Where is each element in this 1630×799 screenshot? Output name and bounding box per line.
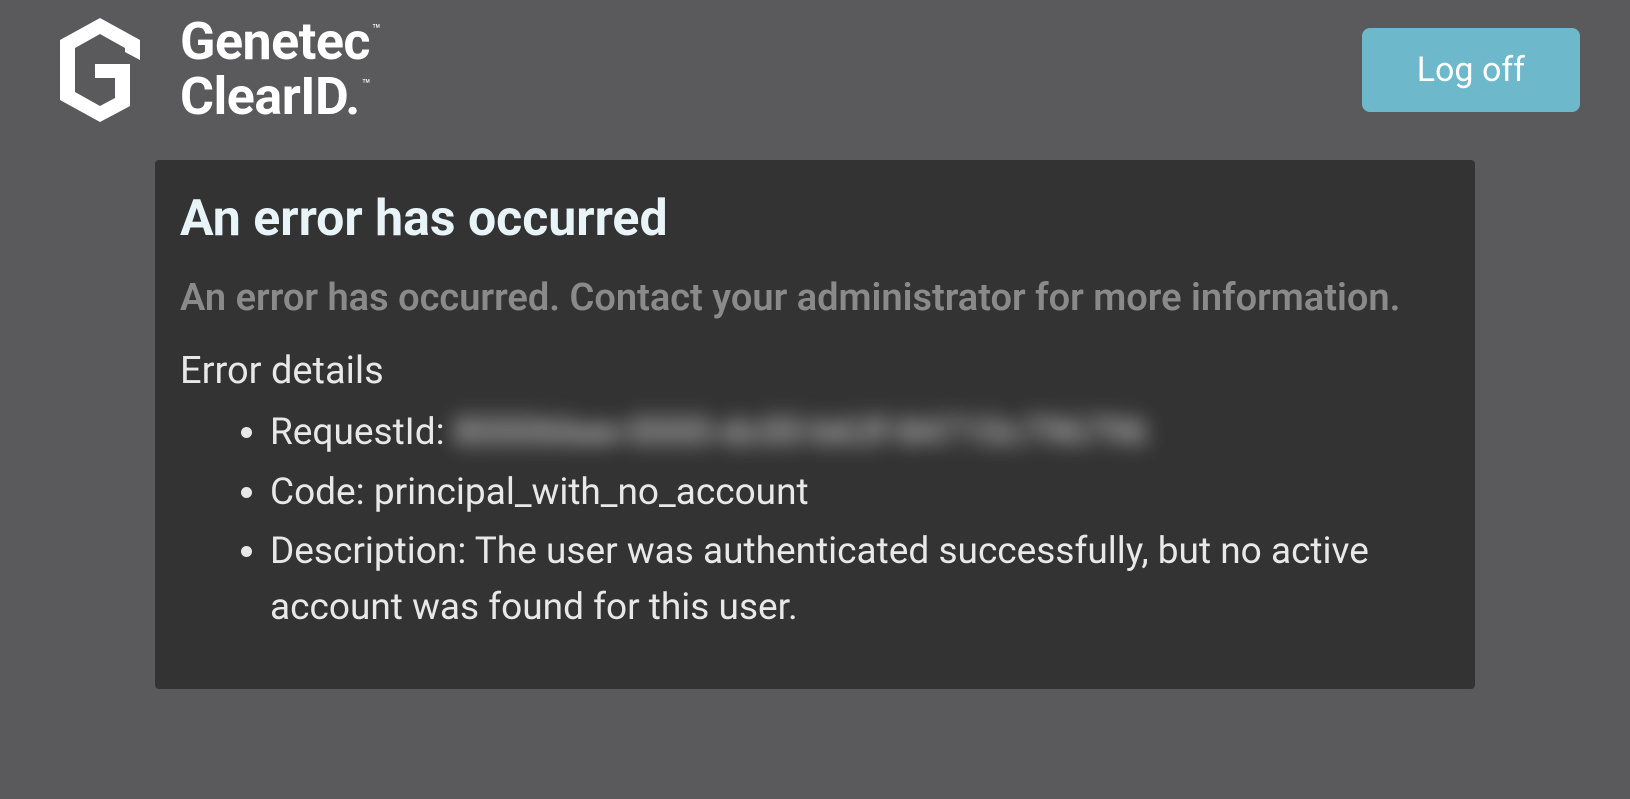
genetec-logo-icon bbox=[40, 10, 160, 130]
header: Genetec™ ClearID.™ Log off bbox=[0, 0, 1630, 140]
error-request-id-item: RequestId: 800066ee-0000-dc00-b63f-84710… bbox=[270, 405, 1450, 461]
trademark-icon: ™ bbox=[362, 77, 370, 93]
trademark-icon: ™ bbox=[372, 22, 380, 38]
code-label: Code: bbox=[270, 471, 374, 514]
brand-logo: Genetec™ ClearID.™ bbox=[40, 10, 380, 130]
error-details-heading: Error details bbox=[180, 349, 1450, 393]
code-value: principal_with_no_account bbox=[374, 471, 809, 514]
description-label: Description: bbox=[270, 530, 475, 573]
brand-line1: Genetec bbox=[180, 11, 370, 72]
brand-line2: ClearID. bbox=[180, 66, 360, 127]
request-id-label: RequestId: bbox=[270, 411, 454, 454]
error-description-item: Description: The user was authenticated … bbox=[270, 524, 1450, 635]
error-title: An error has occurred bbox=[180, 190, 1450, 248]
error-details-list: RequestId: 800066ee-0000-dc00-b63f-84710… bbox=[180, 405, 1450, 635]
brand-text: Genetec™ ClearID.™ bbox=[180, 15, 380, 124]
logoff-button[interactable]: Log off bbox=[1362, 28, 1580, 112]
error-panel: An error has occurred An error has occur… bbox=[155, 160, 1475, 689]
error-code-item: Code: principal_with_no_account bbox=[270, 465, 1450, 521]
error-subtitle: An error has occurred. Contact your admi… bbox=[180, 273, 1450, 324]
request-id-value: 800066ee-0000-dc00-b63f-84710c796796 bbox=[454, 405, 1147, 461]
